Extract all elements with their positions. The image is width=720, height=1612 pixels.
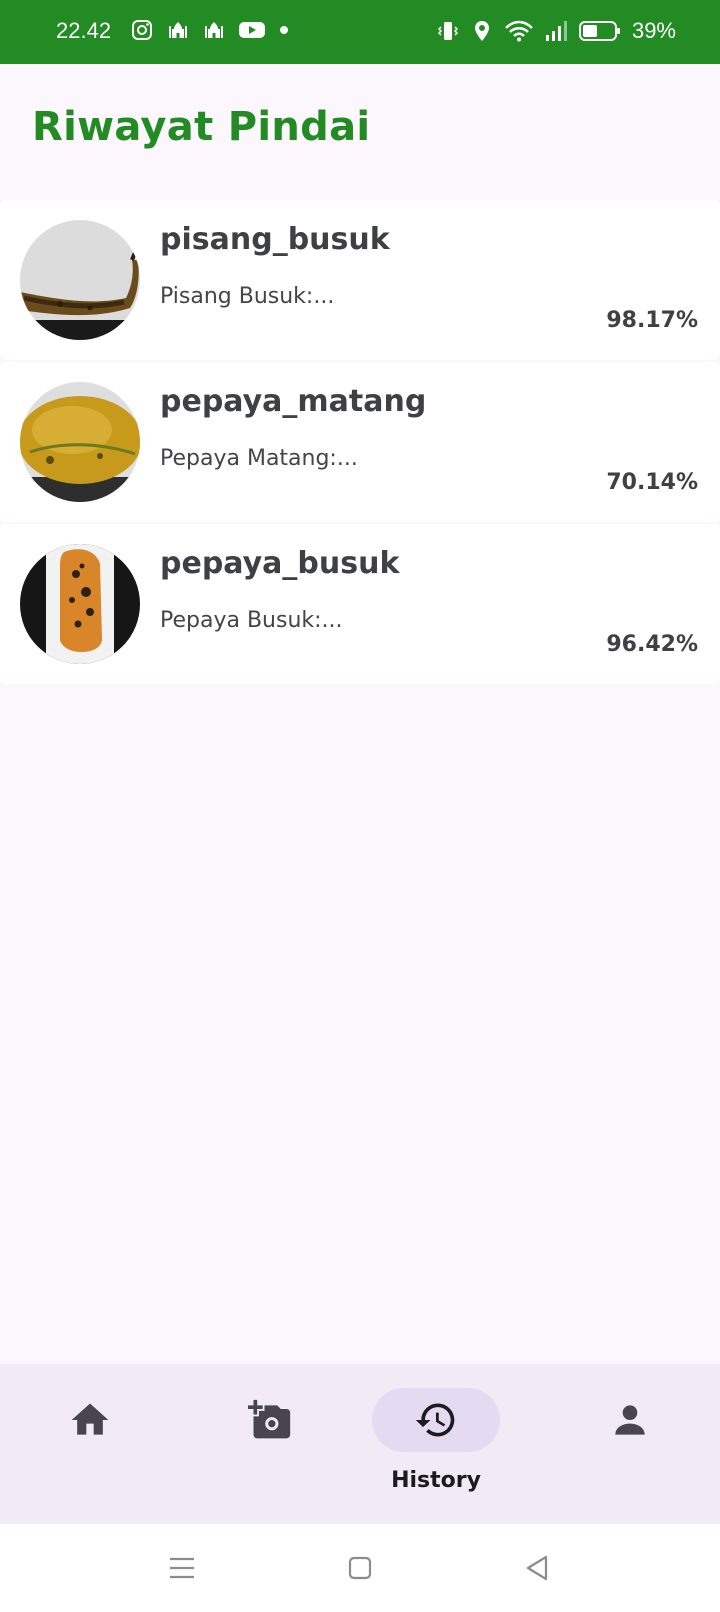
scan-thumbnail [20,382,140,502]
instagram-icon [132,20,152,40]
person-icon [615,1405,645,1435]
nav-active-indicator [372,1388,500,1452]
status-system-icons: 39% [436,18,676,44]
confidence-score: 70.14% [606,470,698,495]
history-icon [415,1403,455,1437]
status-notification-icons [130,18,290,42]
back-triangle-icon [526,1555,548,1581]
system-navigation-bar [0,1524,720,1612]
history-list: pisang_busuk Pisang Busuk:... 98.17% pep… [0,200,720,686]
status-bar: 22.42 39% [0,0,720,64]
location-icon [474,21,489,41]
home-button[interactable] [342,1550,378,1586]
home-square-icon [348,1556,372,1580]
item-title: pepaya_matang [160,384,427,419]
mosque-icon [205,22,223,38]
youtube-icon [239,22,265,38]
battery-percentage: 39% [631,18,676,43]
bottom-navigation: History [0,1364,720,1524]
vibrate-icon [437,22,459,40]
history-item[interactable]: pepaya_matang Pepaya Matang:... 70.14% [0,362,720,522]
confidence-score: 96.42% [606,632,698,657]
page-title: Riwayat Pindai [32,104,371,150]
nav-profile[interactable] [540,1364,720,1524]
scan-thumbnail [20,544,140,664]
nav-history[interactable]: History [346,1364,526,1524]
history-item[interactable]: pepaya_busuk Pepaya Busuk:... 96.42% [0,524,720,684]
signal-icon [545,21,567,41]
item-title: pisang_busuk [160,222,390,257]
dot-icon [280,26,288,34]
confidence-score: 98.17% [606,308,698,333]
scan-thumbnail [20,220,140,340]
add-photo-icon [248,1399,291,1439]
nav-history-label: History [391,1468,481,1493]
history-item[interactable]: pisang_busuk Pisang Busuk:... 98.17% [0,200,720,360]
app-header: Riwayat Pindai [0,64,720,200]
back-button[interactable] [520,1550,556,1586]
wifi-icon [505,20,533,42]
item-description: Pepaya Busuk:... [160,608,343,633]
status-time: 22.42 [56,18,112,43]
menu-icon [170,1557,194,1579]
nav-home[interactable] [0,1364,180,1524]
mosque-icon [169,22,187,38]
item-description: Pisang Busuk:... [160,284,335,309]
item-title: pepaya_busuk [160,546,400,581]
nav-scan[interactable] [180,1364,360,1524]
battery-icon [578,21,620,41]
recent-apps-button[interactable] [164,1550,200,1586]
home-icon [71,1403,109,1435]
item-description: Pepaya Matang:... [160,446,358,471]
